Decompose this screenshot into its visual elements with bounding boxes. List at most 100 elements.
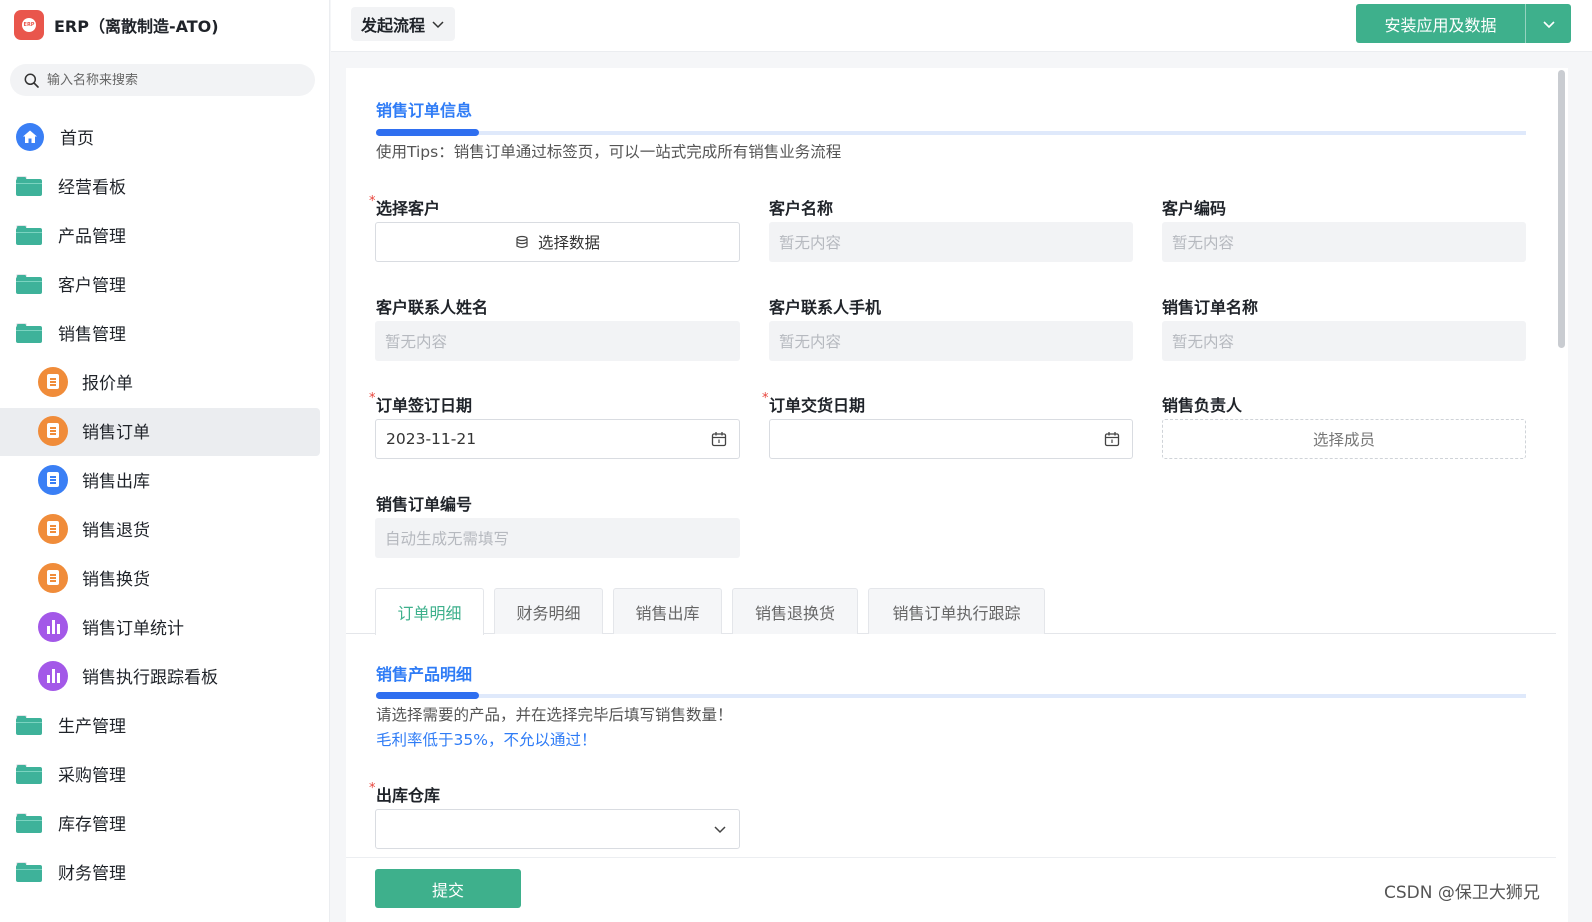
tab-order-execution-tracking[interactable]: 销售订单执行跟踪	[868, 588, 1045, 634]
sidebar-item-label: 库存管理	[58, 815, 126, 835]
start-flow-button[interactable]: 发起流程	[351, 7, 456, 41]
scrollbar-thumb[interactable]	[1558, 70, 1565, 348]
sign-date-field[interactable]: 2023-11-21	[375, 419, 740, 459]
sidebar-item-label: 销售出库	[82, 472, 150, 492]
search-input[interactable]	[47, 72, 287, 88]
sidebar-item-home[interactable]: 首页	[0, 112, 330, 161]
form-footer-divider	[346, 857, 1556, 858]
label-sign-date: * 订单签订日期	[369, 391, 473, 415]
label-order-name: 销售订单名称	[1162, 298, 1259, 317]
section-title-order-info: 销售订单信息	[376, 101, 473, 120]
chevron-down-icon	[714, 826, 726, 834]
calendar-icon	[711, 432, 727, 447]
sidebar-item-product-management[interactable]: 产品管理	[0, 210, 330, 259]
sidebar-item-label: 销售执行跟踪看板	[82, 668, 218, 688]
chevron-down-icon	[432, 21, 444, 29]
database-icon	[516, 235, 528, 248]
sidebar-item-sales-tracking-board[interactable]: 销售执行跟踪看板	[0, 651, 330, 700]
chart-icon	[38, 611, 68, 642]
folder-icon	[16, 714, 42, 735]
install-app-button[interactable]: 安装应用及数据	[1356, 4, 1571, 43]
tab-finance-detail[interactable]: 财务明细	[494, 588, 603, 634]
sidebar-item-finance-management[interactable]: 财务管理	[0, 847, 330, 896]
sidebar-item-label: 销售订单统计	[82, 619, 184, 639]
topbar: 发起流程 安装应用及数据	[331, 0, 1592, 52]
sidebar-item-sales-outbound[interactable]: 销售出库	[0, 455, 330, 504]
folder-icon	[16, 224, 42, 245]
sidebar-item-label: 报价单	[82, 374, 133, 394]
folder-icon	[16, 273, 42, 294]
margin-warning-text: 毛利率低于35%，不允以通过！	[376, 731, 597, 749]
sidebar-item-sales-exchange[interactable]: 销售换货	[0, 553, 330, 602]
sidebar-item-label: 销售订单	[82, 423, 150, 443]
label-order-number: 销售订单编号	[376, 495, 473, 514]
warehouse-select[interactable]	[375, 809, 740, 849]
order-number-field: 自动生成无需填写	[375, 518, 740, 558]
folder-icon	[16, 861, 42, 882]
label-delivery-date: * 订单交货日期	[762, 391, 866, 415]
sidebar-item-business-dashboard[interactable]: 经营看板	[0, 161, 330, 210]
select-data-label: 选择数据	[537, 234, 600, 252]
install-dropdown-toggle[interactable]	[1526, 17, 1571, 31]
sidebar-item-purchase-management[interactable]: 采购管理	[0, 749, 330, 798]
tab-order-detail[interactable]: 订单明细	[375, 588, 484, 635]
tab-sales-outbound[interactable]: 销售出库	[613, 588, 722, 634]
form-icon	[38, 562, 68, 593]
product-hint-text: 请选择需要的产品，并在选择完毕后填写销售数量！	[376, 706, 733, 724]
home-icon	[16, 122, 44, 151]
contact-phone-field: 暂无内容	[769, 321, 1133, 361]
form-icon	[38, 415, 68, 446]
watermark: CSDN @保卫大狮兄	[1384, 883, 1540, 903]
contact-name-field: 暂无内容	[375, 321, 740, 361]
customer-code-field: 暂无内容	[1162, 222, 1526, 262]
section-underline	[376, 692, 1526, 699]
sidebar: ERP ERP（离散制造-ATO) 首页 经营看板 产品管理 客户管理 销售管理	[0, 0, 330, 922]
label-sales-owner: 销售负责人	[1162, 396, 1243, 415]
sidebar-item-production-management[interactable]: 生产管理	[0, 700, 330, 749]
folder-icon	[16, 812, 42, 833]
form-icon	[38, 513, 68, 544]
sidebar-item-customer-management[interactable]: 客户管理	[0, 259, 330, 308]
sidebar-item-label: 生产管理	[58, 717, 126, 737]
section-title-product-detail: 销售产品明细	[376, 665, 473, 684]
select-member-button[interactable]: 选择成员	[1162, 419, 1526, 459]
sidebar-item-label: 销售退货	[82, 521, 150, 541]
sidebar-item-quotation[interactable]: 报价单	[0, 357, 330, 406]
sidebar-item-sales-order-stats[interactable]: 销售订单统计	[0, 602, 330, 651]
form-icon	[38, 366, 68, 397]
sidebar-item-label: 销售换货	[82, 570, 150, 590]
folder-icon	[16, 763, 42, 784]
sidebar-item-sales-return[interactable]: 销售退货	[0, 504, 330, 553]
submit-button[interactable]: 提交	[375, 869, 521, 908]
chart-icon	[38, 660, 68, 691]
scrollbar[interactable]	[1556, 68, 1568, 922]
sidebar-item-label: 首页	[60, 129, 94, 149]
sidebar-nav: 首页 经营看板 产品管理 客户管理 销售管理 报价单 销售订单 销售出库 销售退…	[0, 112, 330, 896]
tab-sales-return-exchange[interactable]: 销售退换货	[732, 588, 858, 634]
delivery-date-field[interactable]	[769, 419, 1133, 459]
sign-date-value: 2023-11-21	[386, 430, 477, 448]
calendar-icon	[1104, 432, 1120, 447]
sidebar-item-label: 客户管理	[58, 276, 126, 296]
sidebar-item-label: 产品管理	[58, 227, 126, 247]
start-flow-label: 发起流程	[361, 16, 426, 35]
label-select-customer: * 选择客户	[369, 194, 441, 218]
select-customer-button[interactable]: 选择数据	[375, 222, 740, 262]
folder-icon	[16, 175, 42, 196]
customer-name-field: 暂无内容	[769, 222, 1133, 262]
label-warehouse: * 出库仓库	[369, 781, 441, 805]
search-box[interactable]	[10, 64, 315, 96]
sidebar-item-inventory-management[interactable]: 库存管理	[0, 798, 330, 847]
sidebar-item-sales-order[interactable]: 销售订单	[0, 406, 330, 456]
app-logo-mark: ERP	[22, 18, 36, 32]
form-card	[346, 68, 1556, 922]
sidebar-item-label: 采购管理	[58, 766, 126, 786]
form-icon	[38, 464, 68, 495]
label-customer-code: 客户编码	[1162, 199, 1227, 218]
section-underline	[376, 129, 1526, 136]
order-name-field: 暂无内容	[1162, 321, 1526, 361]
sidebar-item-sales-management[interactable]: 销售管理	[0, 308, 330, 357]
app-logo: ERP	[14, 10, 44, 40]
chevron-down-icon	[1542, 20, 1555, 28]
sidebar-item-label: 经营看板	[58, 178, 126, 198]
